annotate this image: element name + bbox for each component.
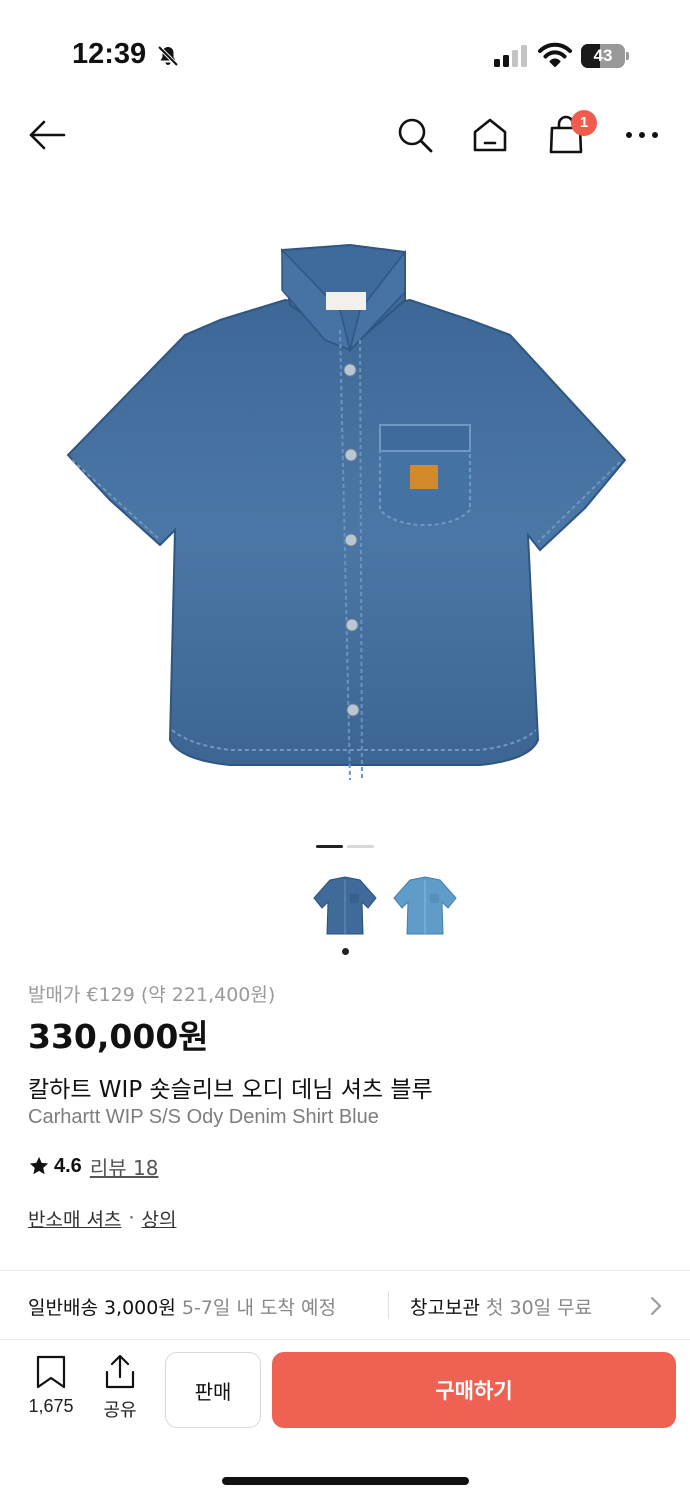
thumbnail-dark-denim[interactable] [310,870,380,942]
search-icon [398,118,433,153]
home-icon [473,118,507,152]
color-thumbnails [310,870,460,960]
share-label: 공유 [103,1400,137,1421]
delivery-info-row[interactable]: 일반배송 3,000원 5-7일 내 도착 예정 창고보관 첫 30일 무료 [0,1271,690,1339]
category-link-tops[interactable]: 상의 [142,1205,177,1232]
release-price: 발매가 €129 (약 221,400원) [28,984,276,1006]
top-nav-bar: 1 [0,100,690,170]
rating-value: 4.6 [54,1154,82,1177]
status-bar: 12:39 43 [0,0,690,100]
bookmark-button[interactable]: 1,675 [20,1352,82,1422]
product-price: 330,000원 [28,1017,209,1056]
bottom-bar-divider [0,1339,690,1340]
pager-segment [347,845,374,848]
home-button[interactable] [467,112,513,158]
product-name-korean: 칼하트 WIP 숏슬리브 오디 데님 셔츠 블루 [28,1077,433,1103]
category-link-short-sleeve-shirts[interactable]: 반소매 셔츠 [28,1205,121,1232]
bell-muted-icon [157,45,179,67]
home-indicator [222,1477,469,1485]
pager-segment [316,845,343,848]
bookmark-count: 1,675 [28,1396,74,1416]
search-button[interactable] [392,112,438,158]
buy-button[interactable]: 구매하기 [272,1352,676,1428]
rating-row: 4.6 리뷰 18 [28,1152,158,1180]
cart-count-badge: 1 [571,110,597,136]
delivery-separator [388,1291,389,1319]
bookmark-icon [36,1355,66,1389]
share-button[interactable]: 공유 [92,1352,148,1422]
wifi-icon [538,42,572,67]
category-breadcrumb: 반소매 셔츠 · 상의 [28,1204,176,1232]
image-pager [316,845,376,849]
status-time: 12:39 [72,38,147,70]
cellular-signal-icon [494,45,527,67]
battery-percent: 43 [593,46,613,65]
warehouse-storage: 창고보관 첫 30일 무료 [410,1293,592,1320]
arrow-left-icon [29,120,66,150]
back-button[interactable] [24,112,70,158]
product-name-english: Carhartt WIP S/S Ody Denim Shirt Blue [28,1106,379,1128]
delivery-fee: 일반배송 3,000원 [28,1297,176,1319]
selected-thumbnail-dot [342,948,349,955]
category-separator: · [128,1207,135,1229]
storage-label: 창고보관 [410,1297,480,1319]
reviews-link[interactable]: 리뷰 18 [90,1152,159,1181]
more-options-button[interactable] [619,112,665,158]
star-icon [29,1156,49,1175]
share-icon [105,1354,135,1389]
battery-indicator: 43 [581,44,629,68]
standard-delivery: 일반배송 3,000원 5-7일 내 도착 예정 [28,1293,336,1320]
more-horizontal-icon [626,132,658,138]
storage-note: 첫 30일 무료 [485,1297,593,1319]
product-image-denim-shirt[interactable] [60,240,630,795]
chevron-right-icon [651,1297,661,1315]
sell-button[interactable]: 판매 [165,1352,261,1428]
cart-button[interactable]: 1 [543,110,597,158]
delivery-eta: 5-7일 내 도착 예정 [181,1297,336,1319]
thumbnail-light-denim[interactable] [390,870,460,942]
